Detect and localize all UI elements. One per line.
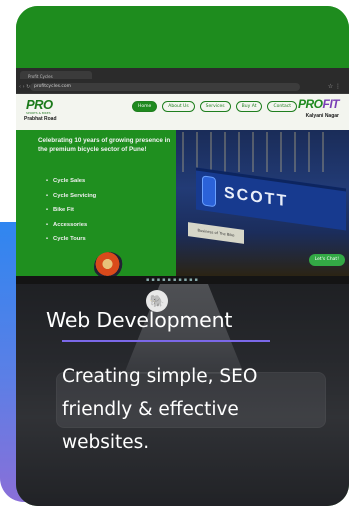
hero-service-list: Cycle Sales Cycle Servicing Bike Fit Acc… [46, 174, 96, 247]
nav-contact: Contact [267, 101, 297, 112]
hero-text-panel: Celebrating 10 years of growing presence… [16, 130, 176, 282]
nav-home: Home [132, 101, 158, 112]
nav-services: Services [199, 101, 231, 112]
nav-about: About Us [162, 101, 195, 112]
card-title: Web Development [46, 308, 233, 332]
pro-logo: PRO SPORTS & BIKES [26, 98, 66, 115]
profit-logo: PROFIT Kalyani Nagar [297, 97, 340, 119]
browser-tab: Profit Cycles [20, 71, 92, 79]
store-sign-text: SCOTT [224, 184, 289, 211]
profit-logo-b: FIT [322, 97, 340, 111]
location-left: Prabhat Road [24, 116, 57, 122]
card-description: Creating simple, SEO friendly & effectiv… [62, 366, 258, 453]
list-item: Cycle Sales [46, 174, 96, 189]
taskbar-icons: ▪▪▪▪▪▪▪▪▪▪ [146, 277, 200, 283]
list-item: Accessories [46, 218, 96, 233]
nav-buy: Buy At [235, 101, 263, 112]
card-top-band [16, 6, 349, 68]
pro-logo-text: PRO [26, 97, 53, 112]
profit-logo-a: PRO [297, 97, 323, 111]
browser-nav-icons: ‹ › ↻ [19, 84, 31, 90]
store-plate: Business of The Bike [188, 222, 244, 244]
hero-heading: Celebrating 10 years of growing presence… [38, 137, 171, 153]
list-item: Cycle Servicing [46, 189, 96, 204]
title-underline [62, 340, 270, 342]
site-header: PRO SPORTS & BIKES Prabhat Road Home Abo… [16, 94, 349, 130]
site-hero: Celebrating 10 years of growing presence… [16, 130, 349, 282]
browser-tab-label: Profit Cycles [28, 74, 53, 79]
scott-s-logo-icon [202, 175, 216, 208]
pro-logo-sub: SPORTS & BIKES [26, 111, 51, 115]
chat-button: Let's Chat! [308, 254, 345, 266]
location-right: Kalyani Nagar [305, 113, 339, 119]
list-item: Bike Fit [46, 203, 96, 218]
store-sign: SCOTT [196, 167, 346, 231]
address-bar-url: profitcycles.com [34, 84, 71, 89]
browser-toolbar: Profit Cycles ‹ › ↻ profitcycles.com ☆ ⋮ [16, 68, 349, 94]
site-nav: Home About Us Services Buy At Contact [132, 101, 297, 112]
list-item: Cycle Tours [46, 232, 96, 247]
storefront-photo: SCOTT Business of The Bike Let's Chat! [176, 130, 349, 276]
ceiling-lights [182, 132, 332, 172]
browser-menu-icon: ☆ ⋮ [327, 83, 341, 90]
os-taskbar: ▪▪▪▪▪▪▪▪▪▪ [16, 276, 349, 284]
